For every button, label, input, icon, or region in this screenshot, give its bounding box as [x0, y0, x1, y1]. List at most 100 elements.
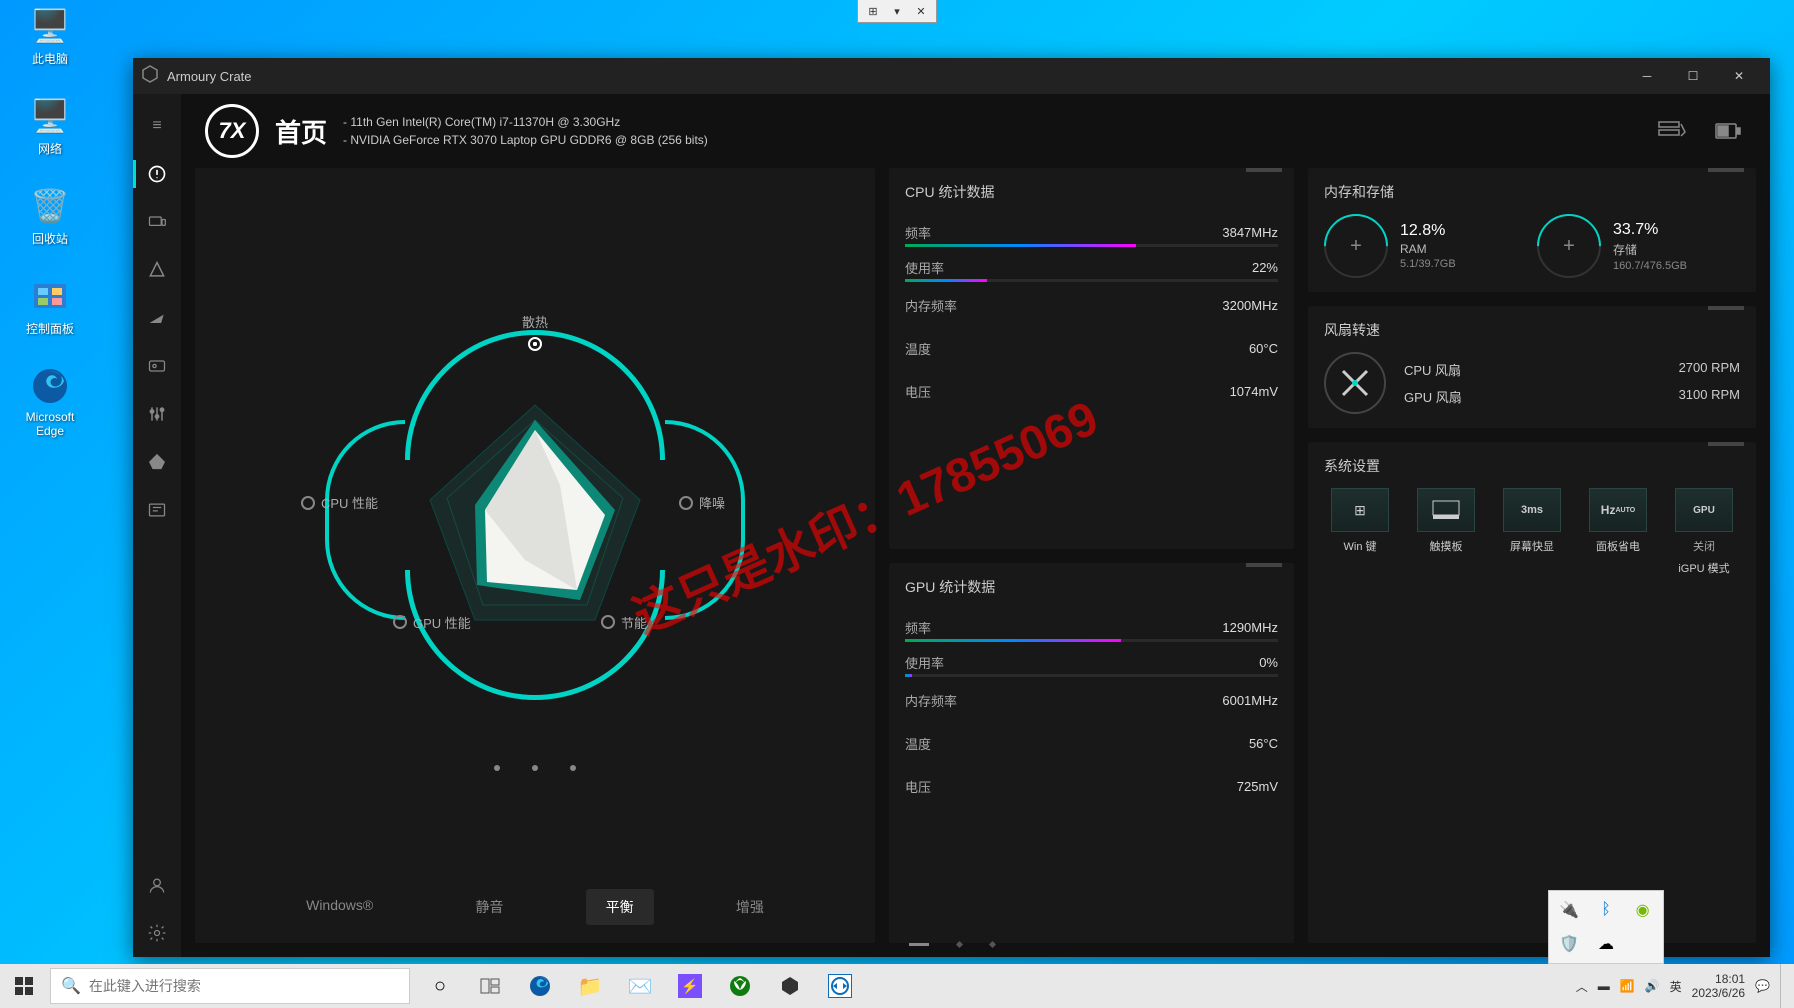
tray-notifications-icon[interactable]: 💬	[1755, 979, 1770, 993]
taskbar-app-purple[interactable]: ⚡	[668, 964, 712, 1008]
snip-grid-icon[interactable]: ⊞	[864, 2, 882, 20]
tray-wifi-icon[interactable]: 📶	[1620, 979, 1635, 993]
show-desktop-button[interactable]	[1780, 964, 1786, 1008]
mode-tab-silent[interactable]: 静音	[455, 889, 523, 925]
mode-tab-windows[interactable]: Windows®	[286, 889, 393, 925]
sys-item-igpu-mode[interactable]: GPU关闭iGPU 模式	[1668, 488, 1740, 576]
panel-title: CPU 统计数据	[905, 182, 1278, 202]
tray-chevron-up-icon[interactable]: ︿	[1576, 978, 1588, 995]
desktop-icon-network[interactable]: 🖥️网络	[10, 95, 90, 157]
header-list-icon[interactable]	[1654, 113, 1690, 149]
search-icon: 🔍	[61, 976, 81, 996]
app-icon	[141, 65, 159, 88]
tray-volume-icon[interactable]: 🔊	[1645, 979, 1660, 993]
tray-item-onedrive[interactable]: ☁	[1592, 931, 1621, 957]
taskbar-xbox[interactable]	[718, 964, 762, 1008]
radar-label-noise[interactable]: 降噪	[679, 493, 725, 512]
fan-speed-panel: 风扇转速 CPU 风扇2700 RPM GPU 风扇3100 RPM	[1308, 306, 1756, 428]
screenshot-toolbar: ⊞ ▾ ✕	[857, 0, 937, 23]
radar-label-energy[interactable]: 节能	[601, 613, 647, 632]
radar-label-cooling[interactable]: 散热	[522, 312, 548, 351]
desktop-icon-edge[interactable]: Microsoft Edge	[10, 365, 90, 438]
sidebar-item-user[interactable]	[133, 861, 181, 909]
panel-title: 系统设置	[1324, 456, 1740, 476]
touchpad-icon	[1417, 488, 1475, 532]
gpu-spec: NVIDIA GeForce RTX 3070 Laptop GPU GDDR6…	[343, 131, 708, 149]
start-button[interactable]	[0, 964, 48, 1008]
taskbar-search[interactable]: 🔍	[50, 968, 410, 1004]
page-indicator	[909, 942, 995, 947]
storage-expand-button[interactable]: +	[1537, 214, 1601, 278]
maximize-button[interactable]: ☐	[1670, 60, 1716, 92]
sidebar: ≡	[133, 94, 181, 957]
sidebar-item-aura[interactable]	[133, 246, 181, 294]
hz-icon: HzAUTO	[1589, 488, 1647, 532]
taskbar-clock[interactable]: 18:01 2023/6/26	[1692, 972, 1745, 1001]
mode-tab-balanced[interactable]: 平衡	[586, 889, 654, 925]
fan-icon	[1324, 352, 1386, 414]
desktop-icon-control-panel[interactable]: 控制面板	[10, 275, 90, 337]
performance-radar-panel: 散热 CPU 性能 降噪 GPU 性能 节能 Windows® 静音	[195, 168, 875, 943]
sidebar-item-settings[interactable]	[133, 909, 181, 957]
tray-item-bluetooth[interactable]: ᛒ	[1592, 897, 1621, 923]
snip-close-icon[interactable]: ✕	[912, 2, 930, 20]
radar-page-dots	[494, 765, 576, 771]
panel-title: GPU 统计数据	[905, 577, 1278, 597]
header-row: 7X 首页 11th Gen Intel(R) Core(TM) i7-1137…	[181, 94, 1770, 168]
search-input[interactable]	[89, 978, 399, 994]
sys-item-overlay[interactable]: 3ms屏幕快显	[1496, 488, 1568, 576]
taskbar-teamviewer[interactable]	[818, 964, 862, 1008]
panel-title: 风扇转速	[1324, 320, 1740, 340]
recycle-bin-icon: 🗑️	[29, 185, 71, 227]
sidebar-item-tuning[interactable]	[133, 390, 181, 438]
cpu-spec: 11th Gen Intel(R) Core(TM) i7-11370H @ 3…	[343, 113, 708, 131]
system-tray-popup: 🔌 ᛒ ◉ 🛡️ ☁	[1548, 890, 1664, 964]
tray-item-security[interactable]: 🛡️	[1555, 931, 1584, 957]
desktop-icon-this-pc[interactable]: 🖥️此电脑	[10, 5, 90, 67]
sidebar-menu-toggle[interactable]: ≡	[133, 102, 181, 150]
tray-battery-icon[interactable]: ▬	[1598, 979, 1610, 993]
overlay-icon: 3ms	[1503, 488, 1561, 532]
mode-tabs: Windows® 静音 平衡 增强	[195, 871, 875, 943]
sidebar-item-content[interactable]	[133, 342, 181, 390]
sidebar-item-news[interactable]	[133, 486, 181, 534]
windows-key-icon: ⊞	[1331, 488, 1389, 532]
radar-label-cpu-perf[interactable]: CPU 性能	[301, 493, 378, 512]
tray-item-usb[interactable]: 🔌	[1555, 897, 1584, 923]
taskbar-cortana[interactable]: ○	[418, 964, 462, 1008]
close-button[interactable]: ✕	[1716, 60, 1762, 92]
desktop-icon-recycle-bin[interactable]: 🗑️回收站	[10, 185, 90, 247]
sys-item-touchpad[interactable]: 触摸板	[1410, 488, 1482, 576]
sidebar-item-device[interactable]	[133, 198, 181, 246]
sidebar-item-featured[interactable]	[133, 294, 181, 342]
snip-down-icon[interactable]: ▾	[888, 2, 906, 20]
sidebar-item-deals[interactable]	[133, 438, 181, 486]
system-specs: 11th Gen Intel(R) Core(TM) i7-11370H @ 3…	[343, 113, 708, 149]
taskbar-armoury-crate[interactable]	[768, 964, 812, 1008]
minimize-button[interactable]: ─	[1624, 60, 1670, 92]
edge-icon	[29, 365, 71, 407]
panel-title: 内存和存储	[1324, 182, 1740, 202]
cpu-stats-panel: CPU 统计数据 频率3847MHz 使用率22% 内存频率3200MHz 温度…	[889, 168, 1294, 549]
sys-item-winkey[interactable]: ⊞Win 键	[1324, 488, 1396, 576]
page-title: 首页	[275, 113, 327, 150]
taskbar-taskview[interactable]	[468, 964, 512, 1008]
brand-logo: 7X	[205, 104, 259, 158]
sidebar-item-home[interactable]	[133, 150, 181, 198]
pc-icon: 🖥️	[29, 5, 71, 47]
ram-expand-button[interactable]: +	[1324, 214, 1388, 278]
tray-item-nvidia[interactable]: ◉	[1628, 897, 1657, 923]
titlebar[interactable]: Armoury Crate ─ ☐ ✕	[133, 58, 1770, 94]
taskbar-mail[interactable]: ✉️	[618, 964, 662, 1008]
sys-item-panel-power[interactable]: HzAUTO面板省电	[1582, 488, 1654, 576]
taskbar-edge[interactable]	[518, 964, 562, 1008]
radar-label-gpu-perf[interactable]: GPU 性能	[393, 613, 471, 632]
desktop-icons: 🖥️此电脑 🖥️网络 🗑️回收站 控制面板 Microsoft Edge	[10, 5, 90, 466]
header-battery-icon[interactable]	[1710, 113, 1746, 149]
system-settings-panel: 系统设置 ⊞Win 键 触摸板 3ms屏幕快显 HzAUTO面板省电 GPU关闭…	[1308, 442, 1756, 943]
armoury-crate-window: Armoury Crate ─ ☐ ✕ ≡ 7X 首页	[133, 58, 1770, 957]
radar-polygon	[405, 390, 665, 650]
mode-tab-turbo[interactable]: 增强	[716, 889, 784, 925]
tray-ime[interactable]: 英	[1670, 978, 1682, 995]
taskbar-explorer[interactable]: 📁	[568, 964, 612, 1008]
